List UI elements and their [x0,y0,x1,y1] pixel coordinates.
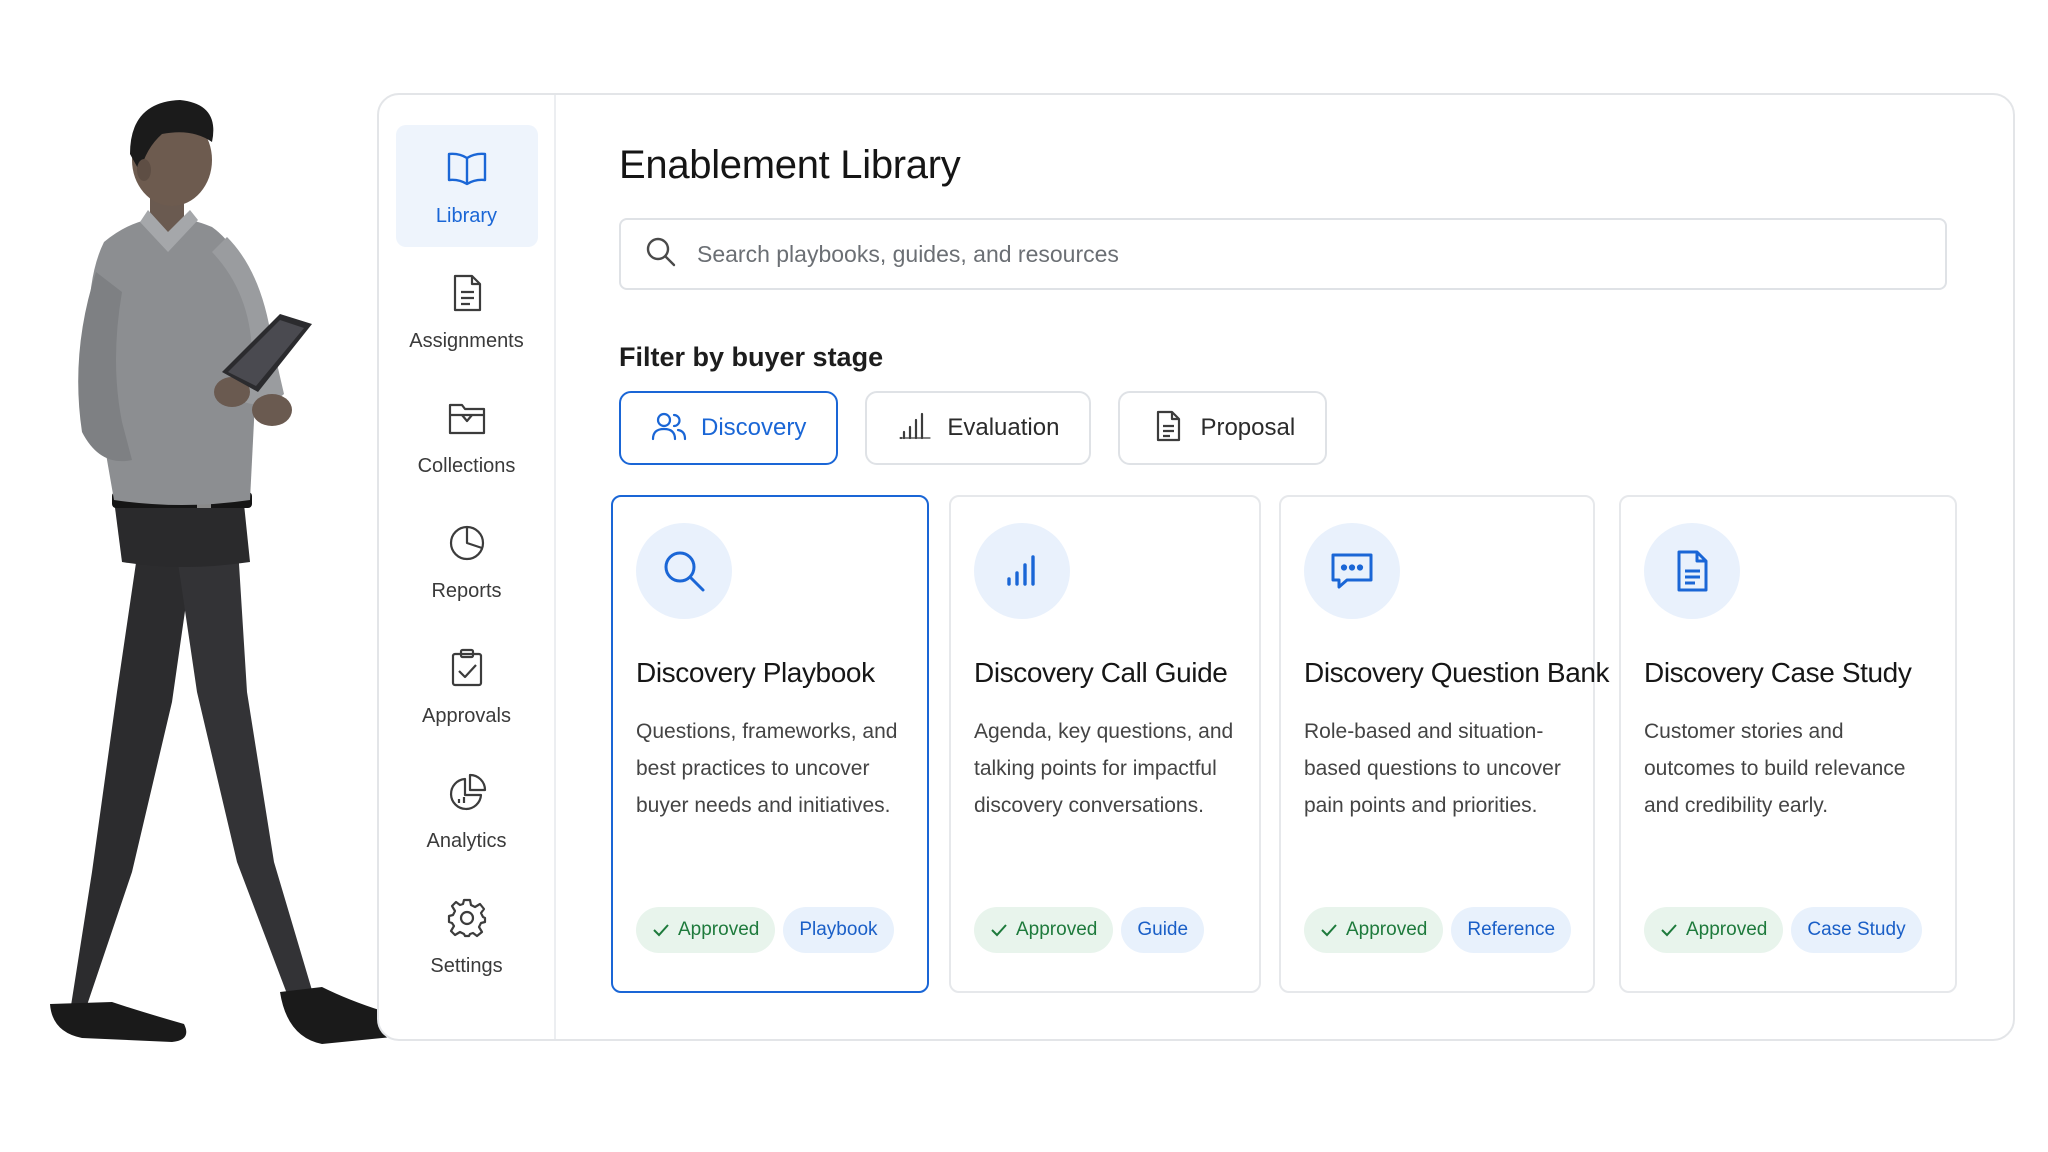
main-content: Enablement Library Filter by buyer stage [556,95,2013,1039]
card-description: Customer stories and outcomes to build r… [1644,713,1933,824]
sidebar-item-label: Analytics [426,829,507,852]
check-icon [653,924,669,937]
card-description: Questions, frameworks, and best practice… [636,713,905,824]
sidebar-item-label: Collections [417,454,516,477]
status-badge: Approved [1304,907,1444,953]
status-badge: Approved [974,907,1114,953]
page-title: Enablement Library [619,143,961,187]
type-badge: Case Study [1791,907,1922,953]
sidebar-item-label: Assignments [409,329,524,352]
status-badge-label: Approved [1686,919,1768,940]
resource-card-discovery-playbook[interactable]: Discovery Playbook Questions, frameworks… [611,495,929,993]
resource-card-discovery-call-guide[interactable]: Discovery Call Guide Agenda, key questio… [949,495,1261,993]
check-icon [1661,924,1677,937]
sidebar-item-reports[interactable]: Reports [396,500,538,622]
check-icon [1321,924,1337,937]
search-bar[interactable] [619,218,1947,290]
card-title: Discovery Case Study [1644,657,1912,688]
filter-chip-discovery[interactable]: Discovery [619,391,839,465]
card-description-line: based questions to uncover [1304,757,1561,780]
filter-chip-label: Proposal [1200,414,1296,441]
card-description-line: talking points for impactful [974,757,1217,780]
sidebar-item-label: Settings [430,954,503,977]
card-description-line: buyer needs and initiatives. [636,794,891,817]
bar-chart-icon [897,408,933,449]
card-tags: Approved Case Study [1644,907,1922,953]
card-description-line: Customer stories and [1644,720,1844,743]
search-input[interactable] [697,240,1897,268]
filter-chip-proposal[interactable]: Proposal [1118,391,1328,465]
card-description-line: discovery conversations. [974,794,1204,817]
analytics-icon [444,770,490,816]
card-tags: Approved Guide [974,907,1205,953]
type-badge: Reference [1451,907,1572,953]
sidebar: Library Assignments Collections Reports … [379,95,556,1039]
sidebar-item-approvals[interactable]: Approvals [396,625,538,747]
users-icon [651,408,687,449]
status-badge-label: Approved [1016,919,1098,940]
type-badge: Playbook [783,907,894,953]
card-description-line: best practices to uncover [636,757,870,780]
card-description: Agenda, key questions, and talking point… [974,713,1237,824]
gear-icon [444,895,490,941]
document-icon [1150,408,1186,449]
sidebar-item-label: Approvals [422,704,511,727]
app-window: Library Assignments Collections Reports … [377,93,2015,1041]
folder-icon [444,395,490,441]
card-description-line: and credibility early. [1644,794,1829,817]
document-icon [1644,523,1740,619]
status-badge: Approved [1644,907,1784,953]
card-description-line: Questions, frameworks, and [636,720,898,743]
filter-heading: Filter by buyer stage [619,342,884,372]
pie-chart-icon [444,520,490,566]
status-badge: Approved [636,907,776,953]
chat-icon [1304,523,1400,619]
search-icon [643,234,679,275]
person-walking-with-tablet-illustration [50,100,400,1044]
card-description: Role-based and situation- based question… [1304,713,1571,824]
sidebar-item-settings[interactable]: Settings [396,875,538,997]
book-open-icon [444,145,490,191]
card-title: Discovery Call Guide [974,657,1228,688]
card-tags: Approved Playbook [636,907,894,953]
check-icon [991,924,1007,937]
resource-card-discovery-question-bank[interactable]: Discovery Question Bank Role-based and s… [1279,495,1610,993]
resource-card-discovery-case-study[interactable]: Discovery Case Study Customer stories an… [1619,495,1957,993]
sidebar-item-collections[interactable]: Collections [396,375,538,497]
document-icon [444,270,490,316]
card-description-line: Role-based and situation- [1304,720,1544,743]
card-title: Discovery Playbook [636,657,875,688]
card-title: Discovery Question Bank [1304,657,1610,688]
card-description-line: Agenda, key questions, and [974,720,1234,743]
filter-chip-label: Evaluation [947,414,1060,441]
buyer-stage-filters: Discovery Evaluation Proposal [619,391,2013,465]
resource-card-list: Discovery Playbook Questions, frameworks… [611,495,2013,993]
filter-chip-label: Discovery [701,414,807,441]
status-badge-label: Approved [678,919,760,940]
search-icon [636,523,732,619]
card-description-line: outcomes to build relevance [1644,757,1906,780]
type-badge: Guide [1121,907,1205,953]
card-description-line: pain points and priorities. [1304,794,1538,817]
card-tags: Approved Reference [1304,907,1572,953]
status-badge-label: Approved [1346,919,1428,940]
filter-chip-evaluation[interactable]: Evaluation [865,391,1092,465]
sidebar-item-analytics[interactable]: Analytics [396,750,538,872]
sidebar-item-label: Reports [431,579,502,602]
bar-chart-icon [974,523,1070,619]
sidebar-item-library[interactable]: Library [395,125,538,247]
sidebar-item-assignments[interactable]: Assignments [396,250,538,372]
clipboard-check-icon [444,645,490,691]
sidebar-item-label: Library [435,204,498,227]
